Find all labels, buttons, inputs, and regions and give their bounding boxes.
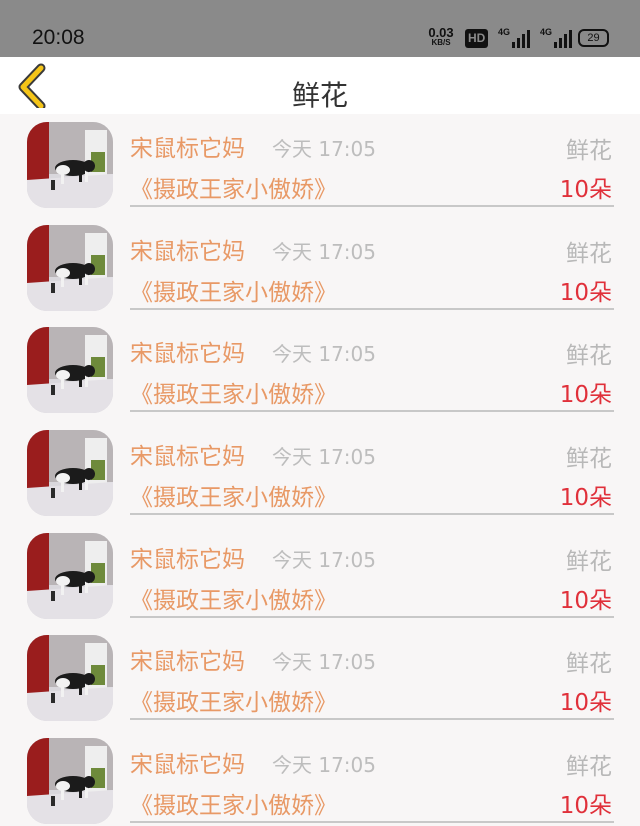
avatar-dog-photo — [27, 635, 113, 722]
gift-type: 鲜花 — [566, 446, 612, 473]
status-time: 20:08 — [32, 26, 85, 49]
gift-time: 今天 17:05 — [272, 753, 376, 778]
divider — [130, 307, 614, 310]
avatar[interactable] — [27, 122, 113, 208]
avatar-dog-photo — [27, 122, 113, 208]
book-title-link[interactable]: 《摄政王家小傲娇》 — [130, 786, 337, 820]
battery-level: 29 — [587, 32, 600, 44]
avatar[interactable] — [27, 738, 113, 825]
gift-time: 今天 17:05 — [272, 137, 376, 161]
signal-bars-icon — [554, 30, 572, 48]
signal-2-icon: 4G — [540, 27, 574, 49]
gift-time: 今天 17:05 — [272, 342, 376, 367]
list-item[interactable]: 宋鼠标它妈 今天 17:05 鲜花 《摄政王家小傲娇》 10朵 — [0, 114, 640, 217]
gift-type: 鲜花 — [566, 548, 612, 575]
battery-icon: 29 — [578, 29, 609, 47]
book-title-link[interactable]: 《摄政王家小傲娇》 — [130, 581, 337, 615]
signal-1-icon: 4G — [498, 27, 532, 49]
book-title-link[interactable]: 《摄政王家小傲娇》 — [130, 273, 337, 307]
gift-type: 鲜花 — [566, 651, 612, 678]
list-item[interactable]: 宋鼠标它妈 今天 17:05 鲜花 《摄政王家小傲娇》 10朵 — [0, 319, 640, 422]
sender-name: 宋鼠标它妈 — [130, 136, 245, 162]
network-speed: 0.03 KB/S — [425, 26, 457, 47]
avatar-dog-photo — [27, 224, 113, 311]
signal-bars-icon — [512, 30, 530, 48]
avatar-dog-photo — [27, 738, 113, 825]
gift-type: 鲜花 — [566, 240, 612, 267]
gift-count: 10朵 — [559, 279, 612, 306]
book-title-link[interactable]: 《摄政王家小傲娇》 — [130, 375, 337, 409]
list-item[interactable]: 宋鼠标它妈 今天 17:05 鲜花 《摄政王家小傲娇》 10朵 — [0, 525, 640, 628]
list-item[interactable]: 宋鼠标它妈 今天 17:05 鲜花 《摄政王家小傲娇》 10朵 — [0, 627, 640, 730]
gift-time: 今天 17:05 — [272, 650, 376, 675]
gift-count: 10朵 — [559, 793, 612, 820]
sender-name: 宋鼠标它妈 — [130, 752, 245, 779]
gift-type: 鲜花 — [566, 138, 612, 164]
book-title-link[interactable]: 《摄政王家小傲娇》 — [130, 683, 337, 717]
avatar-dog-photo — [27, 430, 113, 517]
gift-time: 今天 17:05 — [272, 445, 376, 470]
gift-count: 10朵 — [559, 587, 612, 614]
avatar[interactable] — [27, 430, 113, 517]
list-item[interactable]: 宋鼠标它妈 今天 17:05 鲜花 《摄政王家小傲娇》 10朵 — [0, 217, 640, 320]
gift-count: 10朵 — [559, 485, 612, 512]
divider — [130, 205, 614, 207]
status-bar: 20:08 0.03 KB/S HD 4G 4G 29 — [0, 0, 640, 57]
divider — [130, 615, 614, 618]
avatar[interactable] — [27, 224, 113, 311]
sender-name: 宋鼠标它妈 — [130, 546, 245, 573]
book-title-link[interactable]: 《摄政王家小傲娇》 — [130, 478, 337, 512]
gift-time: 今天 17:05 — [272, 547, 376, 572]
gift-count: 10朵 — [559, 690, 612, 717]
gift-type: 鲜花 — [566, 754, 612, 781]
gift-count: 10朵 — [559, 177, 612, 203]
divider — [130, 513, 614, 516]
gift-time: 今天 17:05 — [272, 239, 376, 264]
gift-type: 鲜花 — [566, 343, 612, 370]
avatar[interactable] — [27, 635, 113, 722]
gift-count: 10朵 — [559, 382, 612, 409]
list-item[interactable]: 宋鼠标它妈 今天 17:05 鲜花 《摄政王家小傲娇》 10朵 — [0, 422, 640, 525]
sender-name: 宋鼠标它妈 — [130, 341, 245, 368]
avatar-dog-photo — [27, 532, 113, 619]
avatar-dog-photo — [27, 327, 113, 414]
list-item[interactable]: 宋鼠标它妈 今天 17:05 鲜花 《摄政王家小傲娇》 10朵 — [0, 730, 640, 826]
sender-name: 宋鼠标它妈 — [130, 444, 245, 471]
signal-2-label: 4G — [540, 27, 553, 37]
avatar[interactable] — [27, 532, 113, 619]
avatar[interactable] — [27, 327, 113, 414]
hd-badge: HD — [465, 29, 489, 48]
divider — [130, 410, 614, 413]
title-bar: 鲜花 — [0, 57, 640, 114]
signal-1-label: 4G — [498, 27, 511, 37]
divider — [130, 821, 614, 824]
sender-name: 宋鼠标它妈 — [130, 238, 245, 265]
flower-gift-list: 宋鼠标它妈 今天 17:05 鲜花 《摄政王家小傲娇》 10朵 宋鼠标它妈 今天… — [0, 114, 640, 826]
sender-name: 宋鼠标它妈 — [130, 649, 245, 676]
book-title-link[interactable]: 《摄政王家小傲娇》 — [130, 170, 337, 204]
page-title: 鲜花 — [291, 79, 348, 112]
divider — [130, 718, 614, 721]
network-speed-unit: KB/S — [431, 38, 451, 47]
